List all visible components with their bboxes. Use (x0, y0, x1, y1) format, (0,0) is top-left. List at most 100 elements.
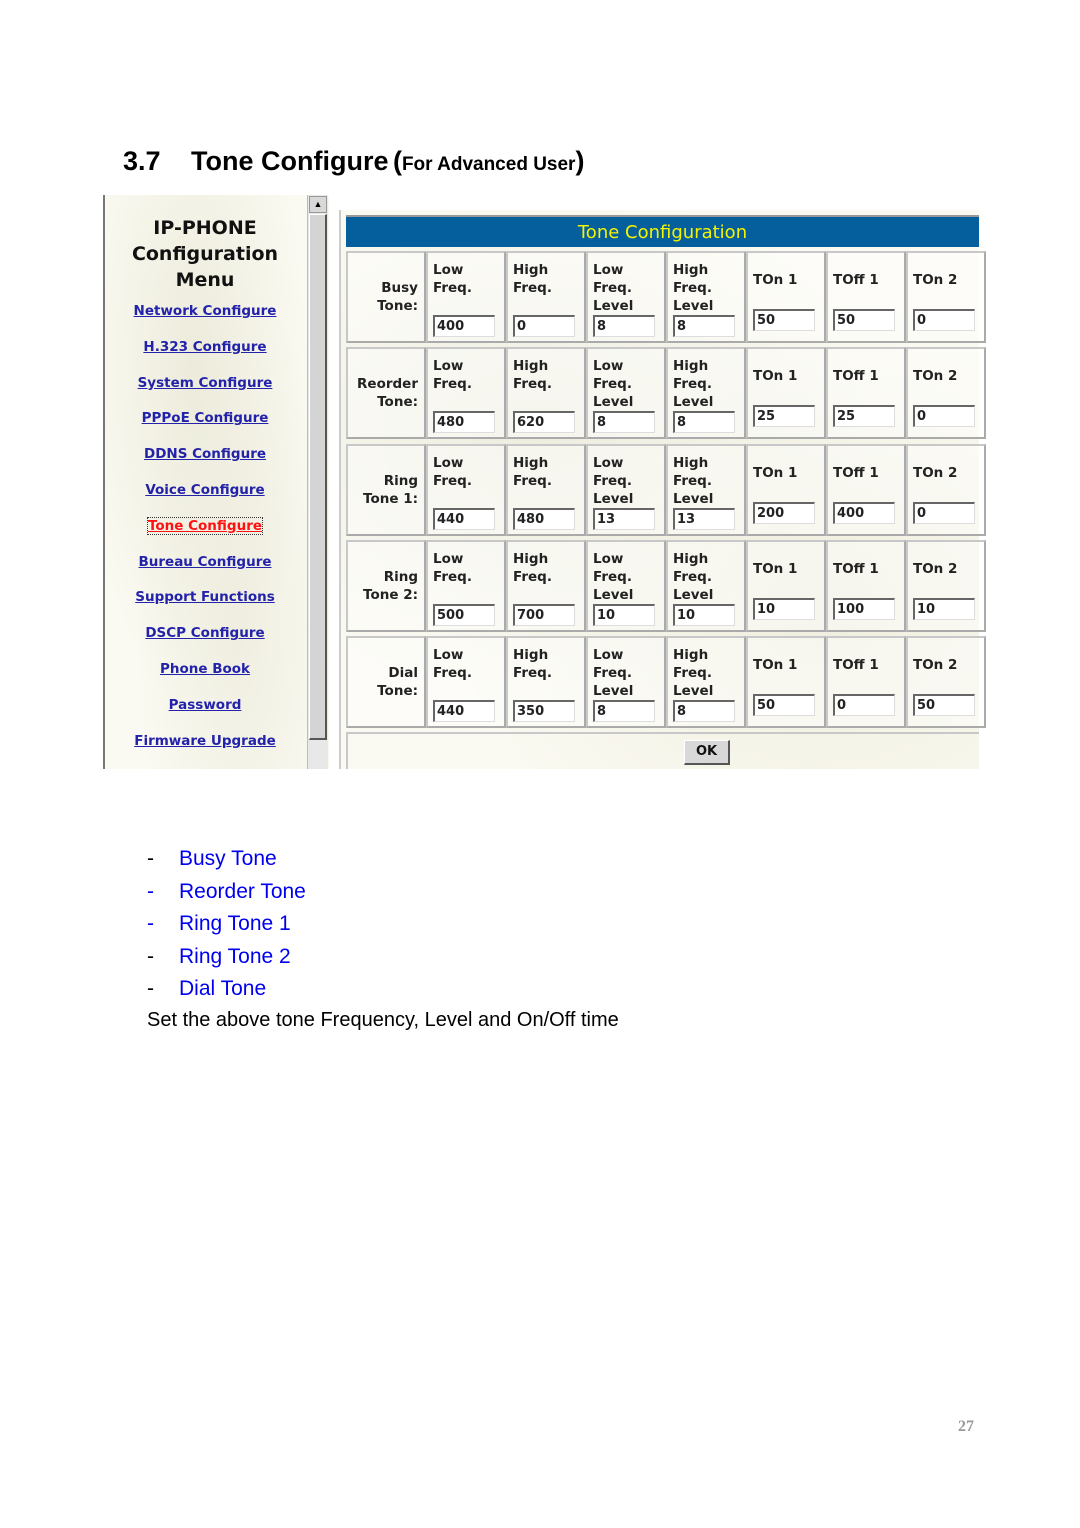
input-high-level[interactable]: 8 (673, 411, 735, 434)
tone-field-cell-low-freq: Low Freq. 440 (426, 443, 506, 536)
tone-label-cell: Ring Tone 2: (346, 539, 426, 632)
tone-field-cell-ton2: TOn 2 0 (906, 251, 986, 343)
menu-link-password[interactable]: Password (105, 697, 305, 713)
input-high-freq[interactable]: 700 (513, 603, 575, 626)
field-label-toff1: TOff 1 (833, 368, 879, 385)
tone-field-cell-high-level: High Freq. Level 13 (666, 443, 746, 536)
ok-button[interactable]: OK (684, 740, 730, 765)
menu-link-support-functions[interactable]: Support Functions (105, 589, 305, 605)
field-label-toff1: TOff 1 (833, 272, 879, 288)
menu-link-label: H.323 Configure (143, 338, 267, 355)
field-label-low-freq: Low Freq. (433, 647, 472, 682)
input-ton2[interactable]: 0 (913, 309, 975, 331)
tone-field-cell-ton2: TOn 2 10 (906, 539, 986, 632)
tone-field-cell-high-level: High Freq. Level 10 (666, 539, 746, 632)
tone-row-label: Reorder Tone: (357, 376, 418, 411)
input-ton2[interactable]: 0 (913, 405, 975, 428)
menu-link-tone-configure[interactable]: Tone Configure (105, 516, 305, 535)
input-ton1[interactable]: 200 (753, 501, 815, 524)
input-low-level[interactable]: 13 (593, 507, 655, 530)
summary-text: Set the above tone Frequency, Level and … (147, 1009, 619, 1031)
field-label-high-level: High Freq. Level (673, 262, 714, 314)
input-low-freq[interactable]: 400 (433, 315, 495, 337)
input-low-level[interactable]: 8 (593, 700, 655, 723)
input-ton2[interactable]: 50 (913, 694, 975, 717)
tone-field-cell-ton1: TOn 1 10 (746, 539, 826, 632)
input-high-level[interactable]: 13 (673, 507, 735, 530)
field-label-high-freq: High Freq. (513, 262, 552, 296)
menu-link-ddns-configure[interactable]: DDNS Configure (105, 446, 305, 462)
menu-link-bureau-configure[interactable]: Bureau Configure (105, 554, 305, 570)
menu-link-label: Phone Book (159, 661, 251, 677)
tone-field-cell-low-level: Low Freq. Level 10 (586, 539, 666, 632)
input-low-freq[interactable]: 440 (433, 700, 495, 723)
input-toff1[interactable]: 50 (833, 309, 895, 331)
bullet-item: - Reorder Tone (147, 879, 306, 912)
menu-link-pppoe-configure[interactable]: PPPoE Configure (105, 410, 305, 426)
menu-scrollbar[interactable]: ▲ (307, 195, 328, 769)
tone-field-cell-ton2: TOn 2 0 (906, 347, 986, 440)
input-toff1[interactable]: 100 (833, 597, 895, 620)
menu-link-label: Voice Configure (145, 482, 265, 498)
input-high-level[interactable]: 8 (673, 315, 735, 337)
input-ton2[interactable]: 0 (913, 501, 975, 524)
input-high-level[interactable]: 10 (673, 603, 735, 626)
input-high-freq[interactable]: 480 (513, 507, 575, 530)
tone-label-cell: Dial Tone: (346, 636, 426, 729)
input-low-level[interactable]: 8 (593, 315, 655, 337)
menu-link-system-configure[interactable]: System Configure (105, 375, 305, 391)
menu-link-network-configure[interactable]: Network Configure (105, 303, 305, 319)
tone-field-cell-toff1: TOff 1 50 (826, 251, 906, 343)
menu-link-phone-book[interactable]: Phone Book (105, 661, 305, 677)
field-label-ton2: TOn 2 (913, 464, 958, 481)
tone-row-label: Ring Tone 1: (363, 472, 418, 507)
bullet-dash: - (147, 977, 154, 1000)
bullet-text: Reorder Tone (179, 879, 306, 903)
input-toff1[interactable]: 0 (833, 694, 895, 717)
tone-field-cell-toff1: TOff 1 0 (826, 636, 906, 729)
menu-link-label: Password (168, 696, 242, 713)
bullet-dash: - (147, 944, 154, 968)
menu-link-dscp-configure[interactable]: DSCP Configure (105, 625, 305, 641)
tone-field-cell-toff1: TOff 1 100 (826, 539, 906, 632)
bullet-text: Busy Tone (179, 847, 277, 870)
page-number: 27 (958, 1418, 974, 1435)
input-ton1[interactable]: 10 (753, 597, 815, 620)
input-high-level[interactable]: 8 (673, 700, 735, 723)
input-low-freq[interactable]: 500 (433, 603, 495, 626)
input-low-level[interactable]: 8 (593, 411, 655, 434)
menu-link-h-323-configure[interactable]: H.323 Configure (105, 339, 305, 355)
field-label-ton2: TOn 2 (913, 657, 958, 674)
input-low-freq[interactable]: 440 (433, 507, 495, 530)
tone-label-cell: Reorder Tone: (346, 347, 426, 440)
field-label-ton1: TOn 1 (753, 657, 798, 674)
input-high-freq[interactable]: 350 (513, 700, 575, 723)
field-label-low-freq: Low Freq. (433, 550, 472, 585)
input-high-freq[interactable]: 0 (513, 315, 575, 337)
input-low-freq[interactable]: 480 (433, 411, 495, 434)
menu-title: IP-PHONE Configuration Menu (105, 215, 305, 293)
scroll-thumb[interactable] (309, 214, 327, 740)
field-label-low-level: Low Freq. Level (593, 262, 634, 314)
input-ton2[interactable]: 10 (913, 597, 975, 620)
tone-config-header: Tone Configuration (346, 215, 979, 247)
field-label-low-freq: Low Freq. (433, 358, 472, 393)
menu-link-voice-configure[interactable]: Voice Configure (105, 482, 305, 498)
input-toff1[interactable]: 25 (833, 405, 895, 428)
scroll-up-arrow-icon[interactable]: ▲ (309, 196, 327, 213)
field-label-high-freq: High Freq. (513, 454, 552, 489)
input-ton1[interactable]: 50 (753, 694, 815, 717)
input-low-level[interactable]: 10 (593, 603, 655, 626)
bullet-text: Dial Tone (179, 977, 267, 1000)
input-high-freq[interactable]: 620 (513, 411, 575, 434)
input-ton1[interactable]: 50 (753, 309, 815, 331)
input-ton1[interactable]: 25 (753, 405, 815, 428)
field-label-low-freq: Low Freq. (433, 454, 472, 489)
field-label-high-freq: High Freq. (513, 550, 552, 585)
input-toff1[interactable]: 400 (833, 501, 895, 524)
menu-link-label: DSCP Configure (145, 625, 265, 642)
tone-field-cell-low-freq: Low Freq. 400 (426, 251, 506, 343)
tone-row-label: Dial Tone: (377, 665, 418, 700)
field-label-ton1: TOn 1 (753, 368, 798, 385)
menu-link-firmware-upgrade[interactable]: Firmware Upgrade (105, 733, 305, 749)
